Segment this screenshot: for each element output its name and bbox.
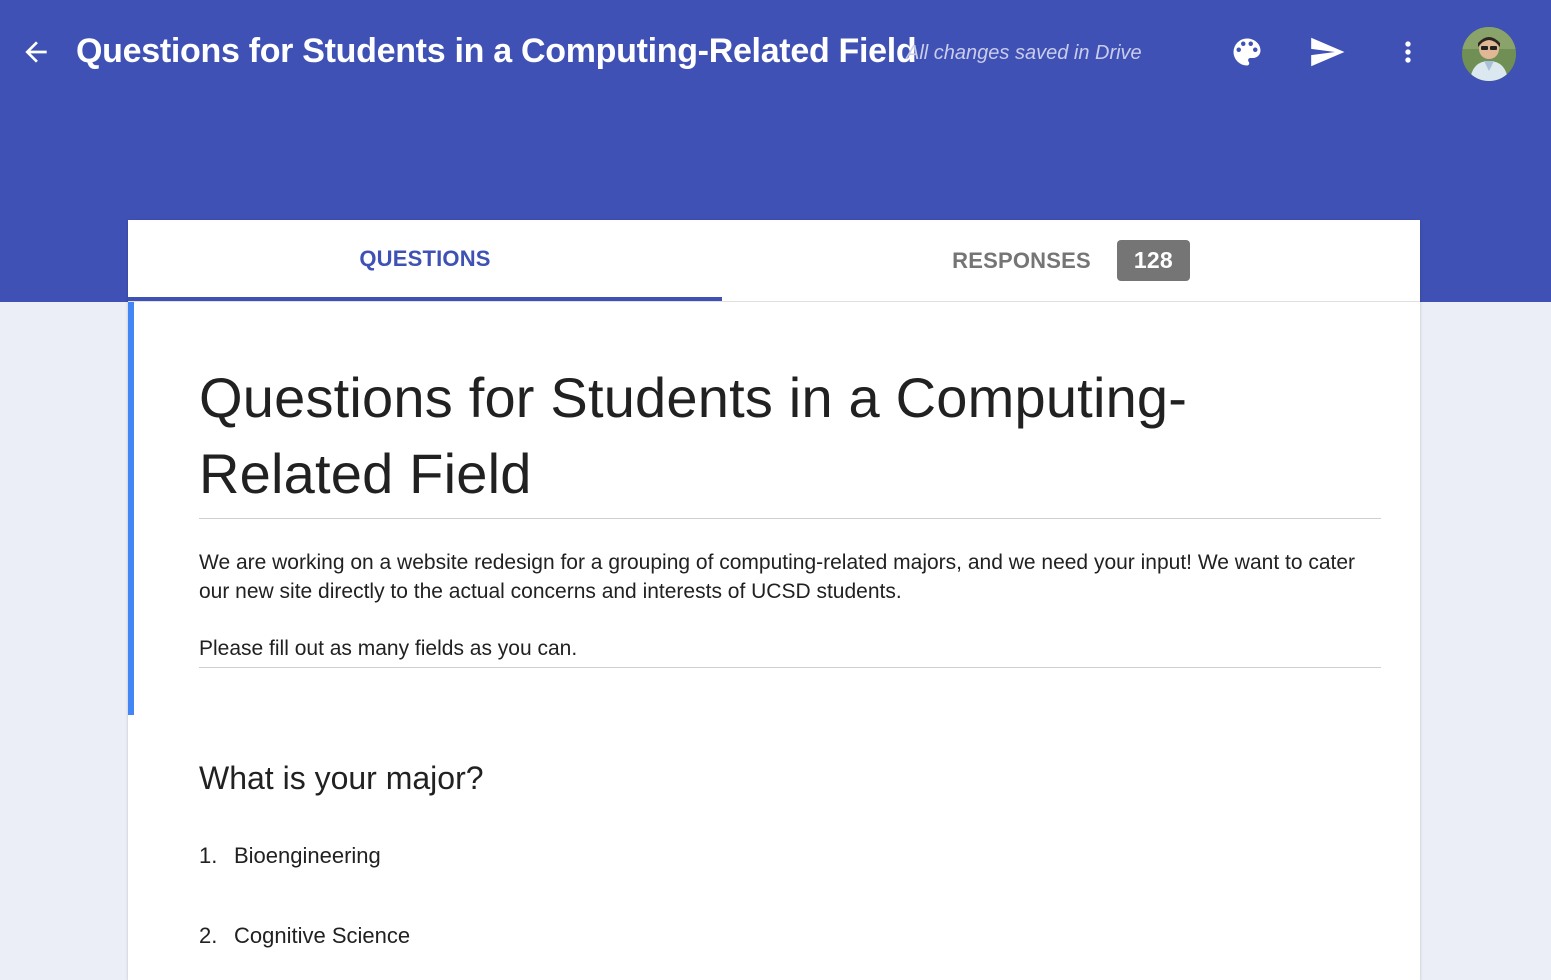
user-avatar-icon	[1462, 27, 1516, 81]
arrow-left-icon	[25, 41, 47, 63]
responses-count-badge: 128	[1116, 240, 1190, 281]
save-status: All changes saved in Drive	[906, 42, 1142, 64]
option-label: Cognitive Science	[234, 923, 411, 948]
list-item[interactable]: 1. Bioengineering	[199, 843, 381, 869]
section-focus-indicator	[128, 302, 134, 715]
form-title-field[interactable]: Questions for Students in a Computing-Re…	[199, 360, 1381, 519]
form-description-paragraph: We are working on a website redesign for…	[199, 551, 1356, 603]
send-button[interactable]	[1303, 28, 1351, 76]
more-vertical-icon	[1405, 41, 1411, 63]
tab-questions[interactable]: QUESTIONS	[128, 220, 722, 301]
option-label: Bioengineering	[234, 843, 381, 868]
form-editor-card: QUESTIONS RESPONSES 128 Questions for St…	[128, 220, 1420, 980]
tab-bar: QUESTIONS RESPONSES 128	[128, 220, 1420, 302]
option-number: 1.	[199, 843, 218, 868]
list-item[interactable]: 2. Cognitive Science	[199, 923, 410, 949]
option-number: 2.	[199, 923, 218, 948]
avatar[interactable]	[1462, 27, 1516, 81]
question-title[interactable]: What is your major?	[199, 760, 484, 797]
tab-responses-label: RESPONSES	[952, 247, 1091, 273]
tab-questions-label: QUESTIONS	[359, 245, 491, 271]
form-description-paragraph: Please fill out as many fields as you ca…	[199, 637, 578, 660]
more-options-button[interactable]	[1384, 28, 1432, 76]
back-button[interactable]	[14, 30, 58, 74]
palette-button[interactable]	[1223, 28, 1271, 76]
form-description-field[interactable]: We are working on a website redesign for…	[199, 548, 1381, 668]
tab-responses[interactable]: RESPONSES 128	[722, 220, 1420, 301]
palette-icon	[1233, 38, 1261, 66]
send-icon	[1311, 37, 1345, 67]
app-title: Questions for Students in a Computing-Re…	[76, 32, 917, 70]
